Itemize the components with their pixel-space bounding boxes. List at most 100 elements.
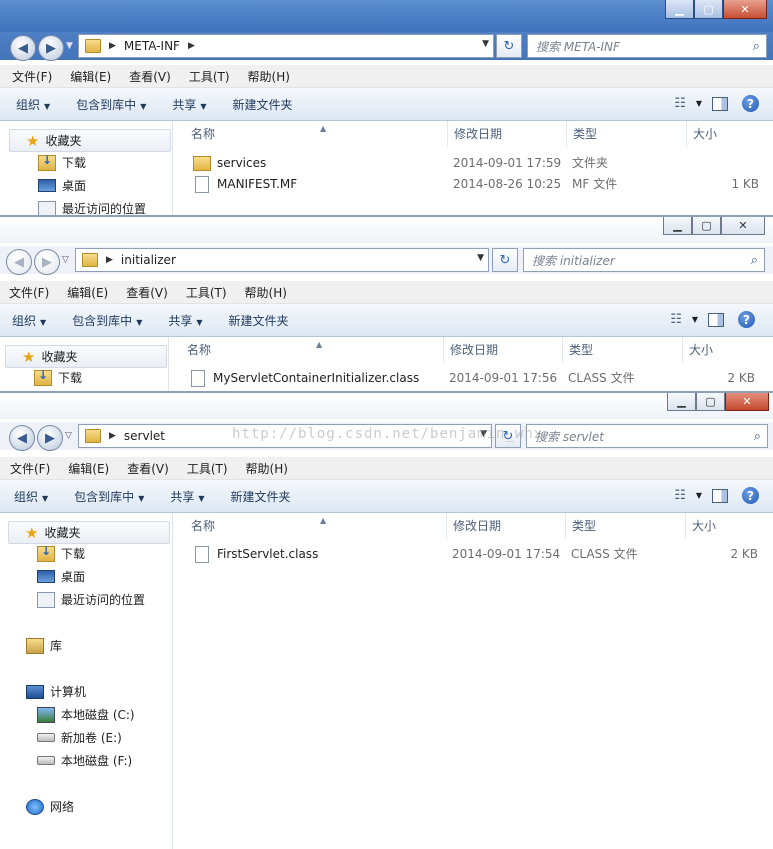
- search-icon[interactable]: ⌕: [751, 253, 764, 268]
- back-button[interactable]: ◀: [9, 425, 35, 451]
- include-in-library-button[interactable]: 包含到库中 ▼: [56, 312, 152, 329]
- search-input[interactable]: 搜索 servlet ⌕: [526, 424, 768, 448]
- table-row[interactable]: MANIFEST.MF 2014-08-26 10:25 MF 文件 1 KB: [173, 173, 773, 195]
- preview-pane-icon[interactable]: [712, 96, 728, 111]
- menu-file[interactable]: 文件(F): [0, 284, 55, 301]
- minimize-button[interactable]: ▁: [667, 393, 696, 411]
- help-icon[interactable]: ?: [738, 311, 755, 328]
- menu-edit[interactable]: 编辑(E): [56, 460, 115, 477]
- preview-pane-icon[interactable]: [712, 488, 728, 503]
- nav-desktop[interactable]: 桌面: [37, 568, 85, 585]
- new-folder-button[interactable]: 新建文件夹: [215, 488, 301, 505]
- organize-button[interactable]: 组织 ▼: [0, 96, 60, 113]
- recent-pages-dropdown[interactable]: ▽: [62, 255, 69, 265]
- help-icon[interactable]: ?: [742, 487, 759, 504]
- breadcrumb-arrow-icon[interactable]: ▶: [188, 41, 195, 51]
- breadcrumb-meta-inf[interactable]: META-INF: [124, 39, 180, 53]
- menu-tools[interactable]: 工具(T): [177, 68, 236, 85]
- column-name[interactable]: ▲ 名称: [185, 513, 451, 539]
- menu-tools[interactable]: 工具(T): [174, 284, 233, 301]
- menu-file[interactable]: 文件(F): [0, 460, 56, 477]
- nav-drive-c[interactable]: 本地磁盘 (C:): [37, 706, 135, 723]
- change-view-icon[interactable]: ☷: [670, 312, 682, 327]
- column-size[interactable]: 大小: [685, 513, 772, 539]
- column-date[interactable]: 修改日期: [446, 513, 565, 539]
- share-button[interactable]: 共享 ▼: [152, 312, 212, 329]
- nav-downloads[interactable]: 下载: [38, 153, 86, 171]
- address-bar[interactable]: ▶ META-INF ▶ ▼: [78, 34, 494, 58]
- organize-button[interactable]: 组织 ▼: [0, 488, 58, 505]
- breadcrumb-initializer[interactable]: initializer: [121, 253, 176, 267]
- table-row[interactable]: MyServletContainerInitializer.class 2014…: [169, 367, 773, 389]
- menu-view[interactable]: 查看(V): [117, 68, 177, 85]
- table-row[interactable]: FirstServlet.class 2014-09-01 17:54 CLAS…: [173, 543, 773, 565]
- refresh-button[interactable]: ↻: [496, 34, 522, 58]
- title-bar[interactable]: ▁ ▢ ✕: [0, 0, 773, 32]
- menu-view[interactable]: 查看(V): [115, 460, 175, 477]
- nav-network[interactable]: 网络: [26, 798, 74, 815]
- menu-view[interactable]: 查看(V): [114, 284, 174, 301]
- maximize-button[interactable]: ▢: [696, 393, 725, 411]
- views-dropdown-icon[interactable]: ▼: [692, 315, 698, 324]
- search-icon[interactable]: ⌕: [753, 39, 766, 54]
- search-input[interactable]: 搜索 META-INF ⌕: [527, 34, 767, 58]
- recent-pages-dropdown[interactable]: ▼: [66, 41, 73, 51]
- maximize-button[interactable]: ▢: [694, 0, 723, 19]
- menu-help[interactable]: 帮助(H): [234, 460, 294, 477]
- address-dropdown-icon[interactable]: ▼: [477, 253, 484, 263]
- address-dropdown-icon[interactable]: ▼: [482, 39, 489, 49]
- nav-desktop[interactable]: 桌面: [38, 177, 86, 194]
- menu-edit[interactable]: 编辑(E): [58, 68, 117, 85]
- forward-button[interactable]: ▶: [37, 425, 63, 451]
- forward-button[interactable]: ▶: [34, 249, 60, 275]
- column-name[interactable]: ▲ 名称: [181, 337, 447, 363]
- close-button[interactable]: ✕: [723, 0, 767, 19]
- nav-downloads[interactable]: 下载: [37, 544, 85, 562]
- address-bar[interactable]: ▶ initializer ▼: [75, 248, 489, 272]
- nav-drive-f[interactable]: 本地磁盘 (F:): [37, 752, 132, 769]
- nav-favorites[interactable]: ★ 收藏夹: [8, 521, 170, 544]
- change-view-icon[interactable]: ☷: [674, 96, 686, 111]
- title-bar[interactable]: ▁ ▢ ✕: [0, 393, 773, 419]
- back-button[interactable]: ◀: [6, 249, 32, 275]
- nav-computer[interactable]: 计算机: [26, 683, 86, 700]
- help-icon[interactable]: ?: [742, 95, 759, 112]
- nav-downloads[interactable]: 下载: [34, 368, 82, 386]
- nav-recent-places[interactable]: 最近访问的位置: [37, 591, 145, 608]
- close-button[interactable]: ✕: [721, 217, 765, 235]
- title-bar[interactable]: ▁ ▢ ✕: [0, 217, 773, 243]
- breadcrumb-arrow-icon[interactable]: ▶: [109, 41, 116, 51]
- column-size[interactable]: 大小: [682, 337, 769, 363]
- change-view-icon[interactable]: ☷: [674, 488, 686, 503]
- search-icon[interactable]: ⌕: [754, 429, 767, 444]
- nav-favorites[interactable]: ★ 收藏夹: [5, 345, 167, 368]
- include-in-library-button[interactable]: 包含到库中 ▼: [60, 96, 156, 113]
- nav-libraries[interactable]: 库: [26, 637, 62, 654]
- minimize-button[interactable]: ▁: [663, 217, 692, 235]
- forward-button[interactable]: ▶: [38, 35, 64, 61]
- back-button[interactable]: ◀: [10, 35, 36, 61]
- menu-file[interactable]: 文件(F): [0, 68, 58, 85]
- breadcrumb-arrow-icon[interactable]: ▶: [106, 255, 113, 265]
- share-button[interactable]: 共享 ▼: [154, 488, 214, 505]
- menu-help[interactable]: 帮助(H): [236, 68, 296, 85]
- refresh-button[interactable]: ↻: [492, 248, 518, 272]
- share-button[interactable]: 共享 ▼: [156, 96, 216, 113]
- minimize-button[interactable]: ▁: [665, 0, 694, 19]
- search-input[interactable]: 搜索 initializer ⌕: [523, 248, 765, 272]
- maximize-button[interactable]: ▢: [692, 217, 721, 235]
- column-name[interactable]: ▲ 名称: [185, 121, 451, 147]
- column-date[interactable]: 修改日期: [447, 121, 566, 147]
- new-folder-button[interactable]: 新建文件夹: [217, 96, 303, 113]
- views-dropdown-icon[interactable]: ▼: [696, 491, 702, 500]
- menu-tools[interactable]: 工具(T): [175, 460, 234, 477]
- organize-button[interactable]: 组织 ▼: [0, 312, 56, 329]
- column-type[interactable]: 类型: [566, 121, 685, 147]
- breadcrumb-arrow-icon[interactable]: ▶: [109, 431, 116, 441]
- include-in-library-button[interactable]: 包含到库中 ▼: [58, 488, 154, 505]
- nav-recent-places[interactable]: 最近访问的位置: [38, 200, 146, 216]
- column-type[interactable]: 类型: [562, 337, 681, 363]
- nav-favorites[interactable]: ★ 收藏夹: [9, 129, 171, 152]
- recent-pages-dropdown[interactable]: ▽: [65, 431, 72, 441]
- nav-drive-e[interactable]: 新加卷 (E:): [37, 729, 122, 746]
